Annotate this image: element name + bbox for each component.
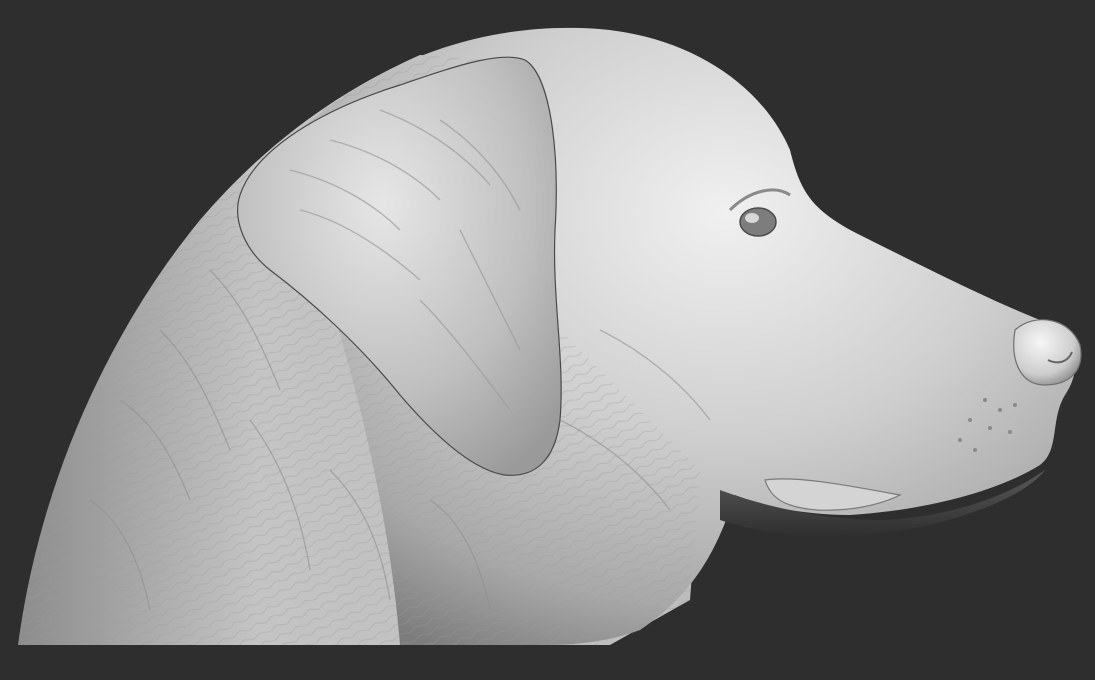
sculpt-viewport[interactable] bbox=[0, 0, 1095, 680]
eye bbox=[739, 207, 777, 237]
dog-head-sculpt bbox=[18, 27, 1082, 645]
eye-highlight bbox=[745, 213, 759, 223]
